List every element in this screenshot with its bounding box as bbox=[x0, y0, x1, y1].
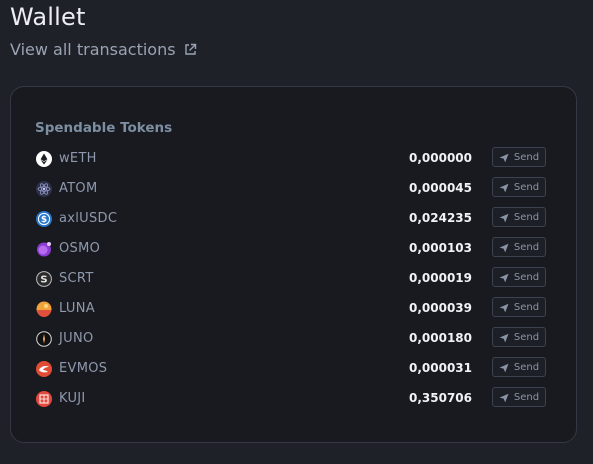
send-button[interactable]: Send bbox=[492, 357, 546, 377]
osmo-icon bbox=[36, 241, 52, 257]
send-icon bbox=[499, 388, 509, 407]
send-button[interactable]: Send bbox=[492, 387, 546, 407]
send-button[interactable]: Send bbox=[492, 237, 546, 257]
token-name: wETH bbox=[59, 151, 97, 166]
usdc-icon: $ bbox=[36, 211, 52, 227]
token-amount: 0,000039 bbox=[408, 301, 472, 315]
page-title: Wallet bbox=[10, 3, 86, 31]
send-icon bbox=[499, 178, 509, 197]
send-label: Send bbox=[513, 301, 540, 313]
atom-icon bbox=[36, 181, 52, 197]
send-button[interactable]: Send bbox=[492, 327, 546, 347]
view-all-transactions-label: View all transactions bbox=[10, 40, 176, 59]
send-icon bbox=[499, 358, 509, 377]
send-icon bbox=[499, 328, 509, 347]
send-button[interactable]: Send bbox=[492, 297, 546, 317]
send-label: Send bbox=[513, 151, 540, 163]
external-link-icon bbox=[184, 43, 197, 56]
token-row: wETH 0,000000 Send bbox=[11, 145, 576, 175]
send-label: Send bbox=[513, 181, 540, 193]
token-row: JUNO 0,000180 Send bbox=[11, 325, 576, 355]
send-icon bbox=[499, 298, 509, 317]
token-row: KUJI 0,350706 Send bbox=[11, 385, 576, 415]
token-row: OSMO 0,000103 Send bbox=[11, 235, 576, 265]
send-button[interactable]: Send bbox=[492, 267, 546, 287]
weth-icon bbox=[36, 151, 52, 167]
token-name: LUNA bbox=[59, 301, 95, 316]
token-row: $ axlUSDC 0,024235 Send bbox=[11, 205, 576, 235]
token-amount: 0,000045 bbox=[408, 181, 472, 195]
spendable-tokens-card: Spendable Tokens wETH 0,000000 Send ATOM… bbox=[10, 86, 577, 443]
section-title: Spendable Tokens bbox=[35, 120, 173, 136]
send-label: Send bbox=[513, 211, 540, 223]
token-amount: 0,350706 bbox=[408, 391, 472, 405]
token-name: axlUSDC bbox=[59, 211, 118, 226]
send-button[interactable]: Send bbox=[492, 207, 546, 227]
send-button[interactable]: Send bbox=[492, 147, 546, 167]
token-row: LUNA 0,000039 Send bbox=[11, 295, 576, 325]
juno-icon bbox=[36, 331, 52, 347]
wallet-page: Wallet View all transactions Spendable T… bbox=[0, 0, 593, 464]
token-list: wETH 0,000000 Send ATOM 0,000045 Send $ … bbox=[11, 145, 576, 415]
token-amount: 0,000000 bbox=[408, 151, 472, 165]
token-name: ATOM bbox=[59, 181, 98, 196]
token-name: EVMOS bbox=[59, 361, 108, 376]
token-row: S SCRT 0,000019 Send bbox=[11, 265, 576, 295]
view-all-transactions-link[interactable]: View all transactions bbox=[10, 40, 197, 59]
token-name: JUNO bbox=[59, 331, 94, 346]
send-label: Send bbox=[513, 241, 540, 253]
evmos-icon bbox=[36, 361, 52, 377]
token-name: SCRT bbox=[59, 271, 94, 286]
kuji-icon bbox=[36, 391, 52, 407]
token-name: OSMO bbox=[59, 241, 101, 256]
token-amount: 0,000180 bbox=[408, 331, 472, 345]
send-icon bbox=[499, 238, 509, 257]
svg-text:$: $ bbox=[41, 215, 47, 225]
token-amount: 0,000031 bbox=[408, 361, 472, 375]
send-label: Send bbox=[513, 271, 540, 283]
send-icon bbox=[499, 208, 509, 227]
svg-text:S: S bbox=[40, 275, 47, 286]
send-icon bbox=[499, 148, 509, 167]
token-row: ATOM 0,000045 Send bbox=[11, 175, 576, 205]
send-label: Send bbox=[513, 361, 540, 373]
send-icon bbox=[499, 268, 509, 287]
send-button[interactable]: Send bbox=[492, 177, 546, 197]
token-amount: 0,000103 bbox=[408, 241, 472, 255]
token-row: EVMOS 0,000031 Send bbox=[11, 355, 576, 385]
scrt-icon: S bbox=[36, 271, 52, 287]
send-label: Send bbox=[513, 331, 540, 343]
token-amount: 0,024235 bbox=[408, 211, 472, 225]
token-amount: 0,000019 bbox=[408, 271, 472, 285]
token-name: KUJI bbox=[59, 391, 86, 406]
luna-icon bbox=[36, 301, 52, 317]
send-label: Send bbox=[513, 391, 540, 403]
